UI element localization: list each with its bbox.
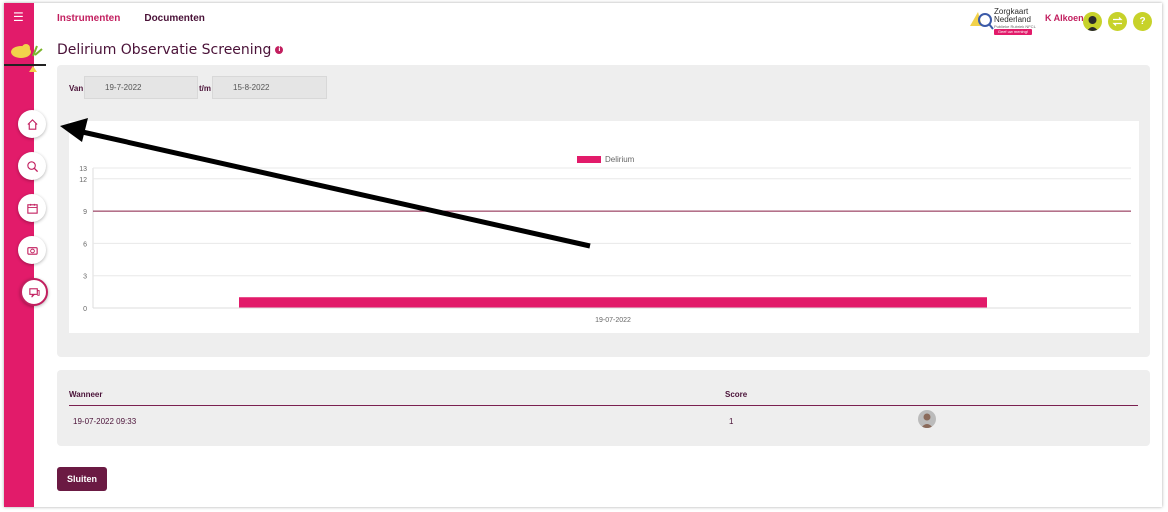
table-header-score: Score — [725, 390, 748, 399]
results-panel — [57, 370, 1150, 446]
row-avatar[interactable] — [918, 410, 936, 428]
table-divider — [69, 405, 1138, 406]
table-header-wanneer: Wanneer — [69, 390, 103, 399]
table-cell-wanneer: 19-07-2022 09:33 — [73, 417, 137, 426]
table-cell-score: 1 — [729, 417, 734, 426]
sluiten-button[interactable]: Sluiten — [57, 467, 107, 491]
person-icon — [921, 413, 933, 428]
